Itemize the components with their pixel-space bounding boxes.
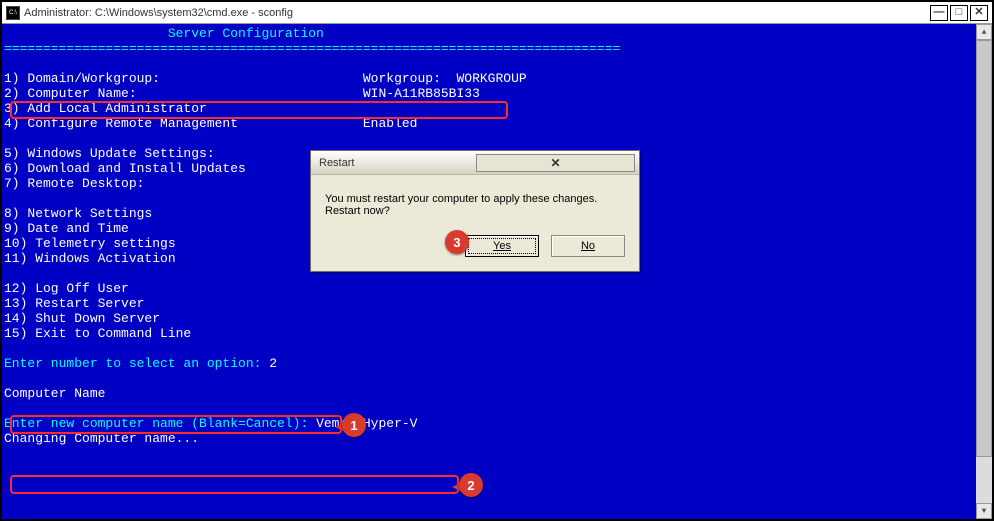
- close-button[interactable]: ✕: [970, 5, 988, 21]
- scroll-down-button[interactable]: ▼: [976, 503, 992, 519]
- maximize-button[interactable]: □: [950, 5, 968, 21]
- dialog-body: You must restart your computer to apply …: [311, 175, 639, 229]
- window-title: Administrator: C:\Windows\system32\cmd.e…: [24, 7, 930, 19]
- window-buttons: — □ ✕: [930, 5, 988, 21]
- scroll-track[interactable]: [976, 40, 992, 503]
- dialog-close-button[interactable]: ✕: [476, 154, 635, 172]
- dialog-titlebar[interactable]: Restart ✕: [311, 151, 639, 175]
- scrollbar[interactable]: ▲ ▼: [976, 24, 992, 519]
- dialog-title: Restart: [319, 157, 476, 169]
- dialog-message-1: You must restart your computer to apply …: [325, 193, 625, 205]
- window-titlebar: Administrator: C:\Windows\system32\cmd.e…: [2, 2, 992, 24]
- restart-dialog: Restart ✕ You must restart your computer…: [310, 150, 640, 272]
- dialog-message-2: Restart now?: [325, 205, 625, 217]
- minimize-button[interactable]: —: [930, 5, 948, 21]
- scroll-thumb[interactable]: [976, 40, 992, 457]
- no-button[interactable]: No: [551, 235, 625, 257]
- dialog-buttons: Yes No: [311, 229, 639, 271]
- yes-button[interactable]: Yes: [465, 235, 539, 257]
- cmd-icon: [6, 6, 20, 20]
- scroll-up-button[interactable]: ▲: [976, 24, 992, 40]
